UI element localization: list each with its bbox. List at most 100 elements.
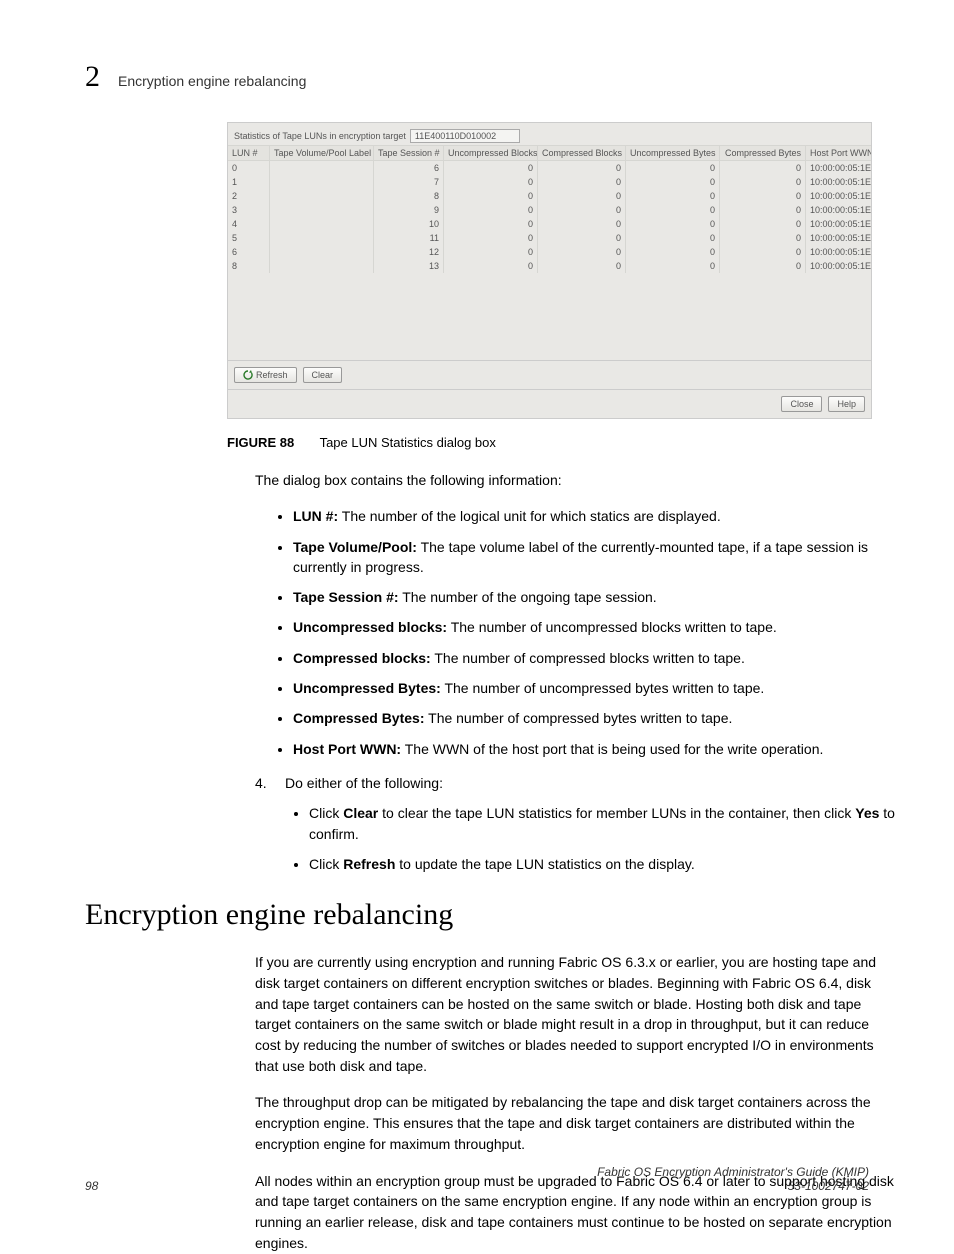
cell-vol [270,259,374,273]
cell-sess: 10 [374,217,444,231]
term: Compressed blocks: [293,650,431,666]
list-item: Uncompressed blocks: The number of uncom… [293,617,895,637]
figure-label: FIGURE 88 [227,435,294,450]
table-row[interactable]: 813000010:00:00:05:1E:60:B. [228,259,871,273]
list-item: Click Refresh to update the tape LUN sta… [309,854,895,874]
table-row[interactable]: 511000010:00:00:05:1E:60:B. [228,231,871,245]
body-paragraph: If you are currently using encryption an… [255,952,895,1076]
cell-cblk: 0 [538,189,626,203]
step4-actions: Click Clear to clear the tape LUN statis… [309,803,895,874]
step-lead: Do either of the following: [285,773,443,793]
cell-sess: 6 [374,161,444,175]
col-wwn[interactable]: Host Port WWN [806,145,871,161]
table-row[interactable]: 410000010:00:00:05:1E:60:B. [228,217,871,231]
section-body: If you are currently using encryption an… [255,952,895,1253]
cell-cblk: 0 [538,161,626,175]
list-item: Host Port WWN: The WWN of the host port … [293,739,895,759]
list-item: Click Clear to clear the tape LUN statis… [309,803,895,844]
figure-text: Tape LUN Statistics dialog box [320,435,496,450]
cell-ublk: 0 [444,175,538,189]
cell-sess: 9 [374,203,444,217]
list-item: Compressed Bytes: The number of compress… [293,708,895,728]
cell-ublk: 0 [444,161,538,175]
step-number: 4. [255,773,273,793]
list-item: Compressed blocks: The number of compres… [293,648,895,668]
refresh-button[interactable]: Refresh [234,367,297,383]
cell-lun: 2 [228,189,270,203]
list-item: Tape Volume/Pool: The tape volume label … [293,537,895,578]
cell-ublk: 0 [444,259,538,273]
cell-cblk: 0 [538,217,626,231]
term: Tape Session #: [293,589,399,605]
cell-cblk: 0 [538,203,626,217]
screenshot: Statistics of Tape LUNs in encryption ta… [227,122,869,419]
cell-lun: 6 [228,245,270,259]
list-item: Tape Session #: The number of the ongoin… [293,587,895,607]
cell-ublk: 0 [444,189,538,203]
table-row[interactable]: 39000010:00:00:05:1E:60:B. [228,203,871,217]
page-footer: 98 Fabric OS Encryption Administrator's … [85,1165,869,1193]
cell-cbyt: 0 [720,189,806,203]
term: LUN #: [293,508,338,524]
cell-vol [270,175,374,189]
cell-cblk: 0 [538,175,626,189]
term: Tape Volume/Pool: [293,539,417,555]
page-number: 98 [85,1179,98,1193]
bold-term: Yes [855,805,879,821]
cell-ubyt: 0 [626,245,720,259]
col-cbyt[interactable]: Compressed Bytes [720,145,806,161]
list-item: Uncompressed Bytes: The number of uncomp… [293,678,895,698]
refresh-icon [243,370,253,380]
cell-lun: 8 [228,259,270,273]
table-row[interactable]: 612000010:00:00:05:1E:60:B. [228,245,871,259]
cell-sess: 11 [374,231,444,245]
figure-caption: FIGURE 88 Tape LUN Statistics dialog box [227,435,869,450]
cell-sess: 12 [374,245,444,259]
cell-wwn: 10:00:00:05:1E:60:B. [806,245,871,259]
stats-table: LUN # Tape Volume/Pool Label Tape Sessio… [228,145,871,360]
cell-cbyt: 0 [720,175,806,189]
cell-lun: 3 [228,203,270,217]
cell-lun: 1 [228,175,270,189]
cell-cblk: 0 [538,259,626,273]
table-row[interactable]: 17000010:00:00:05:1E:60:B. [228,175,871,189]
table-row[interactable]: 06000010:00:00:05:1E:60:B. [228,161,871,175]
help-button[interactable]: Help [828,396,865,412]
cell-ubyt: 0 [626,259,720,273]
close-button[interactable]: Close [781,396,822,412]
cell-wwn: 10:00:00:05:1E:60:B. [806,189,871,203]
target-id-field[interactable]: 11E400110D010002 [410,129,520,143]
cell-ubyt: 0 [626,231,720,245]
bold-term: Clear [343,805,378,821]
col-cblk[interactable]: Compressed Blocks [538,145,626,161]
cell-cbyt: 0 [720,161,806,175]
clear-button[interactable]: Clear [303,367,343,383]
body-paragraph: The throughput drop can be mitigated by … [255,1092,895,1154]
refresh-label: Refresh [256,370,288,380]
cell-cbyt: 0 [720,259,806,273]
term: Compressed Bytes: [293,710,425,726]
clear-label: Clear [312,370,334,380]
cell-vol [270,245,374,259]
col-sess[interactable]: Tape Session # [374,145,444,161]
dialog-box: Statistics of Tape LUNs in encryption ta… [227,122,872,419]
col-lun[interactable]: LUN # [228,145,270,161]
cell-vol [270,161,374,175]
cell-vol [270,217,374,231]
col-ubyt[interactable]: Uncompressed Bytes [626,145,720,161]
section-heading: Encryption engine rebalancing [85,898,869,932]
cell-vol [270,189,374,203]
cell-lun: 0 [228,161,270,175]
cell-lun: 4 [228,217,270,231]
cell-cbyt: 0 [720,217,806,231]
cell-cbyt: 0 [720,231,806,245]
cell-ublk: 0 [444,231,538,245]
cell-wwn: 10:00:00:05:1E:60:B. [806,259,871,273]
cell-vol [270,231,374,245]
col-ublk[interactable]: Uncompressed Blocks [444,145,538,161]
cell-wwn: 10:00:00:05:1E:60:B. [806,161,871,175]
term: Uncompressed blocks: [293,619,447,635]
col-vol[interactable]: Tape Volume/Pool Label [270,145,374,161]
table-row[interactable]: 28000010:00:00:05:1E:60:B. [228,189,871,203]
term: Uncompressed Bytes: [293,680,441,696]
